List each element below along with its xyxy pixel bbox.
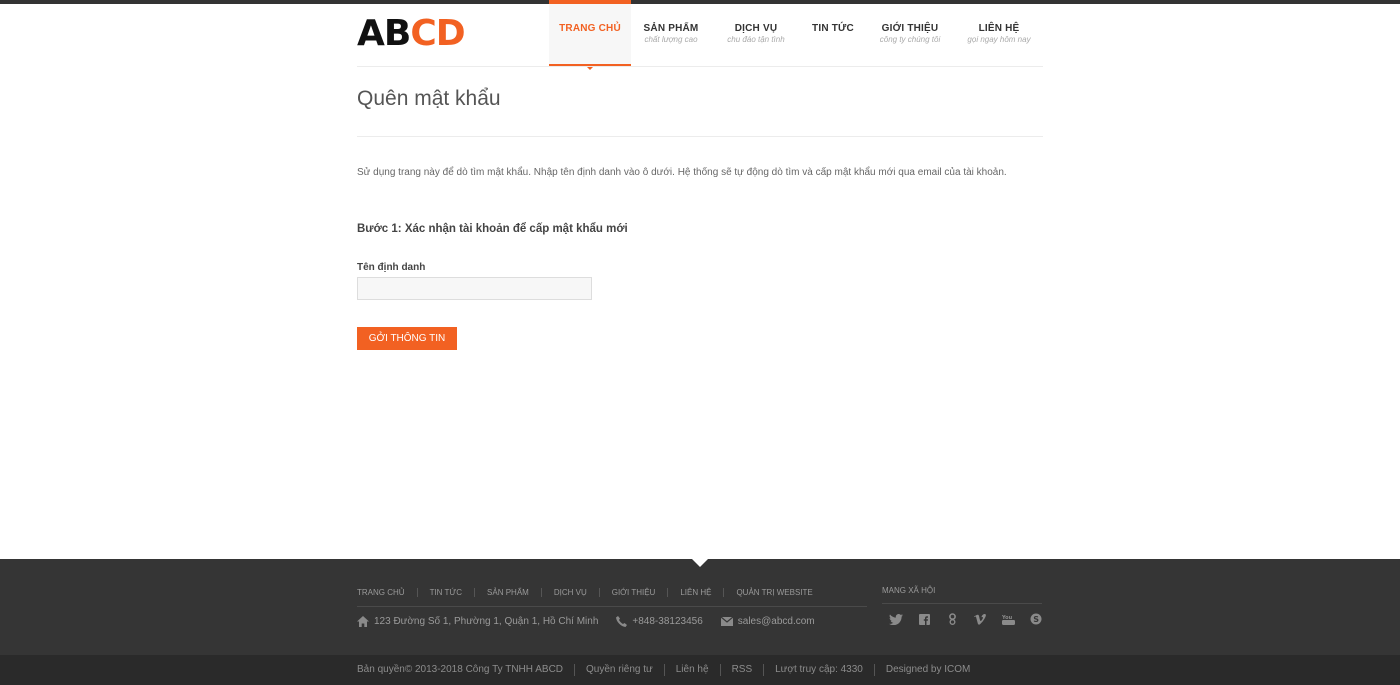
- footer-contact: 123 Đường Số 1, Phường 1, Quận 1, Hồ Chí…: [357, 616, 833, 627]
- page-title: Quên mật khẩu: [357, 87, 501, 110]
- main-nav: TRANG CHỦ SẢN PHẨM chất lượng cao DỊCH V…: [549, 0, 1043, 70]
- social-icons: You S: [882, 612, 1050, 626]
- youtube-icon[interactable]: You: [994, 612, 1022, 626]
- visit-counter: Lượt truy cập: 4330: [763, 664, 874, 676]
- rss-link[interactable]: RSS: [719, 664, 764, 676]
- bottom-bar: Bản quyền© 2013-2018 Công Ty TNHH ABCD Q…: [0, 655, 1400, 685]
- footer: TRANG CHỦ TIN TỨC SẢN PHẨM DỊCH VỤ GIỚI …: [0, 559, 1400, 655]
- twitter-icon[interactable]: [882, 612, 910, 626]
- footer-link-products[interactable]: SẢN PHẨM: [474, 588, 541, 597]
- envelope-icon: [720, 617, 733, 626]
- intro-text: Sử dụng trang này để dò tìm mật khẩu. Nh…: [357, 167, 1007, 178]
- nav-item-label: TIN TỨC: [812, 23, 854, 34]
- contact-link[interactable]: Liên hệ: [663, 664, 720, 676]
- nav-item-sub: chu đáo tận tình: [727, 35, 785, 44]
- submit-button[interactable]: GỞI THÔNG TIN: [357, 327, 457, 350]
- nav-item-label: DỊCH VỤ: [734, 23, 778, 34]
- nav-item-news[interactable]: TIN TỨC: [801, 0, 865, 66]
- footer-phone: +848-38123456: [632, 616, 703, 627]
- footer-address: 123 Đường Số 1, Phường 1, Quận 1, Hồ Chí…: [374, 616, 599, 627]
- username-input[interactable]: [357, 277, 592, 300]
- nav-item-products[interactable]: SẢN PHẨM chất lượng cao: [631, 0, 711, 66]
- vimeo-icon[interactable]: [966, 612, 994, 626]
- title-divider: [357, 136, 1043, 137]
- designer-link[interactable]: Designed by ICOM: [873, 664, 981, 676]
- footer-link-admin[interactable]: QUẢN TRỊ WEBSITE: [723, 588, 824, 597]
- nav-item-contact[interactable]: LIÊN HỆ gọi ngay hôm nay: [955, 0, 1043, 66]
- social-title: MANG XÃ HỘI: [882, 586, 936, 595]
- bottom-links: Bản quyền© 2013-2018 Công Ty TNHH ABCD Q…: [357, 664, 981, 676]
- footer-link-home[interactable]: TRANG CHỦ: [357, 588, 417, 597]
- nav-item-label: GIỚI THIỆU: [881, 23, 939, 34]
- phone-icon: [616, 616, 628, 627]
- nav-item-sub: gọi ngay hôm nay: [967, 35, 1031, 44]
- google-plus-icon[interactable]: [938, 612, 966, 626]
- username-label: Tên định danh: [357, 262, 426, 273]
- nav-item-sub: công ty chúng tôi: [879, 35, 941, 44]
- nav-item-services[interactable]: DỊCH VỤ chu đáo tận tình: [711, 0, 801, 66]
- copyright-text: Bản quyền© 2013-2018 Công Ty TNHH ABCD: [357, 664, 564, 675]
- footer-links: TRANG CHỦ TIN TỨC SẢN PHẨM DỊCH VỤ GIỚI …: [357, 588, 825, 597]
- nav-item-label: LIÊN HỆ: [978, 23, 1020, 34]
- nav-item-sub: chất lượng cao: [644, 35, 698, 44]
- header-divider: [357, 66, 1043, 67]
- home-icon: [357, 616, 369, 627]
- footer-email[interactable]: sales@abcd.com: [738, 616, 815, 627]
- skype-icon[interactable]: S: [1022, 612, 1050, 626]
- social-divider: [882, 603, 1042, 604]
- logo[interactable]: ABCD: [357, 13, 466, 54]
- step-heading: Bước 1: Xác nhận tài khoản để cấp mật kh…: [357, 223, 628, 235]
- logo-text-ab: AB: [357, 13, 411, 54]
- nav-item-home[interactable]: TRANG CHỦ: [549, 0, 631, 70]
- nav-item-label: TRANG CHỦ: [559, 23, 621, 34]
- nav-item-label: SẢN PHẨM: [643, 23, 699, 34]
- facebook-icon[interactable]: [910, 612, 938, 626]
- footer-link-contact[interactable]: LIÊN HỆ: [667, 588, 723, 597]
- nav-item-about[interactable]: GIỚI THIỆU công ty chúng tôi: [865, 0, 955, 66]
- footer-link-news[interactable]: TIN TỨC: [416, 588, 474, 597]
- footer-divider: [357, 606, 867, 607]
- footer-link-services[interactable]: DỊCH VỤ: [540, 588, 599, 597]
- footer-caret: [692, 559, 708, 567]
- privacy-link[interactable]: Quyền riêng tư: [574, 664, 664, 676]
- logo-text-cd: CD: [410, 13, 465, 54]
- footer-link-about[interactable]: GIỚI THIỆU: [598, 588, 668, 597]
- svg-text:S: S: [1033, 615, 1039, 624]
